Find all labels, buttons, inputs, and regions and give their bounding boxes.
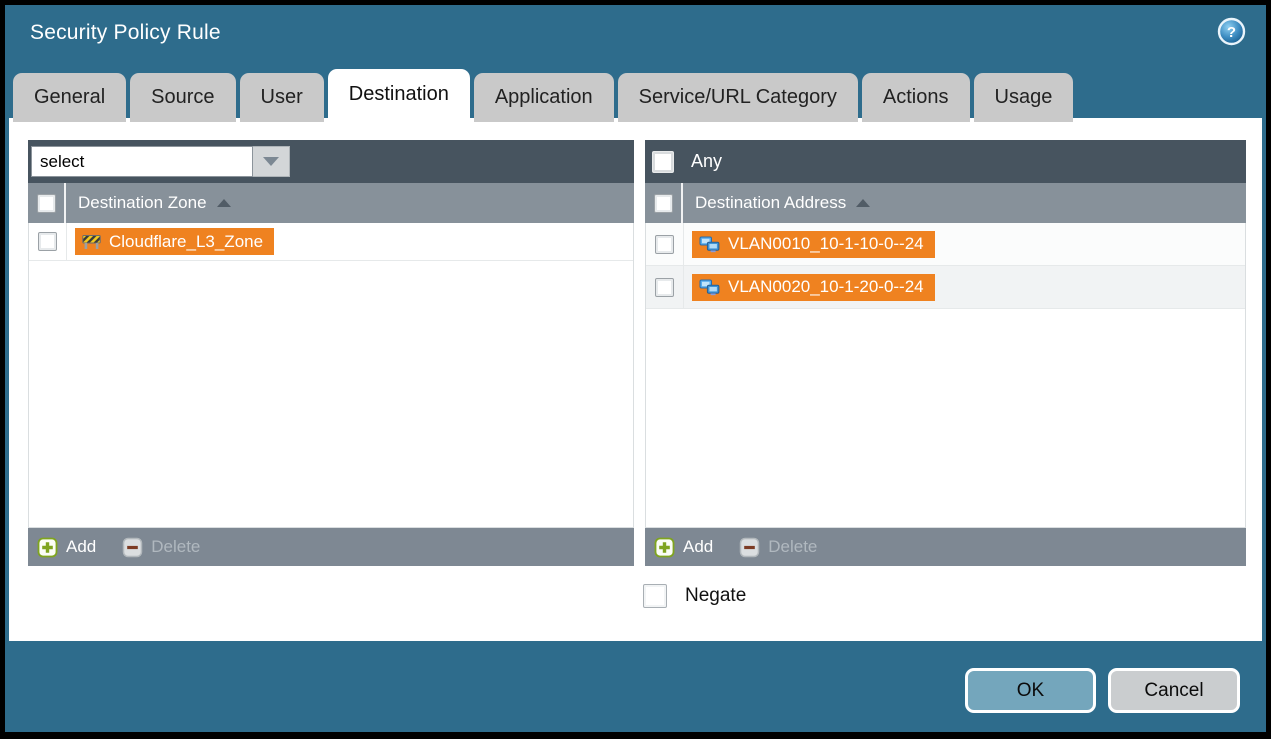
address-panel-footer: Add Delete [645, 528, 1246, 566]
tab-user[interactable]: User [240, 73, 324, 122]
address-icon [699, 236, 720, 253]
tab-destination[interactable]: Destination [328, 69, 470, 122]
plus-icon [37, 537, 58, 558]
tab-usage[interactable]: Usage [974, 73, 1074, 122]
address-add-button[interactable]: Add [654, 537, 713, 558]
destination-tab-content: Destination Zone [9, 118, 1262, 641]
address-row[interactable]: VLAN0020_10-1-20-0--24 [646, 266, 1245, 309]
zone-chip[interactable]: Cloudflare_L3_Zone [75, 228, 274, 255]
zone-panel-footer: Add Delete [28, 528, 634, 566]
any-label: Any [691, 151, 722, 172]
any-checkbox[interactable] [652, 151, 674, 173]
zone-column-header: Destination Zone [28, 183, 634, 223]
address-panel-toolbar: Any [645, 140, 1246, 183]
zone-select-all-checkbox[interactable] [37, 194, 56, 213]
address-column-header: Destination Address [645, 183, 1246, 223]
zone-column-title[interactable]: Destination Zone [66, 183, 231, 223]
svg-text:?: ? [1227, 24, 1236, 41]
zone-panel-toolbar [28, 140, 634, 183]
tab-general[interactable]: General [13, 73, 126, 122]
tab-service-url-category[interactable]: Service/URL Category [618, 73, 858, 122]
address-row-checkbox[interactable] [655, 278, 674, 297]
zone-icon [82, 233, 101, 250]
minus-icon [739, 537, 760, 558]
address-chip-label: VLAN0020_10-1-20-0--24 [728, 277, 924, 297]
address-chip[interactable]: VLAN0010_10-1-10-0--24 [692, 231, 935, 258]
dialog-title: Security Policy Rule [30, 21, 221, 45]
address-icon [699, 279, 720, 296]
ok-button[interactable]: OK [965, 668, 1096, 713]
zone-row[interactable]: Cloudflare_L3_Zone [29, 223, 633, 261]
destination-zone-panel: Destination Zone [28, 140, 634, 566]
address-row-checkbox[interactable] [655, 235, 674, 254]
cancel-button[interactable]: Cancel [1108, 668, 1240, 713]
zone-select-input[interactable] [31, 146, 253, 177]
zone-add-button[interactable]: Add [37, 537, 96, 558]
negate-checkbox[interactable] [643, 584, 667, 608]
address-select-all-checkbox[interactable] [654, 194, 673, 213]
zone-chip-label: Cloudflare_L3_Zone [109, 232, 263, 252]
address-chip-label: VLAN0010_10-1-10-0--24 [728, 234, 924, 254]
zone-delete-button[interactable]: Delete [122, 537, 200, 558]
address-row[interactable]: VLAN0010_10-1-10-0--24 [646, 223, 1245, 266]
zone-row-checkbox[interactable] [38, 232, 57, 251]
address-chip[interactable]: VLAN0020_10-1-20-0--24 [692, 274, 935, 301]
destination-address-panel: Any Destination Address [645, 140, 1246, 566]
plus-icon [654, 537, 675, 558]
tab-bar: General Source User Destination Applicat… [13, 69, 1073, 122]
address-column-title[interactable]: Destination Address [683, 183, 870, 223]
security-policy-rule-dialog: Security Policy Rule ? General Source Us… [5, 5, 1266, 732]
tab-source[interactable]: Source [130, 73, 235, 122]
help-icon[interactable]: ? [1217, 17, 1246, 46]
address-list: VLAN0010_10-1-10-0--24 [645, 223, 1246, 528]
minus-icon [122, 537, 143, 558]
tab-application[interactable]: Application [474, 73, 614, 122]
zone-list: Cloudflare_L3_Zone [28, 223, 634, 528]
negate-label: Negate [685, 585, 746, 607]
sort-ascending-icon [217, 199, 231, 207]
chevron-down-icon [263, 157, 279, 166]
sort-ascending-icon [856, 199, 870, 207]
tab-actions[interactable]: Actions [862, 73, 970, 122]
zone-select-dropdown-button[interactable] [253, 146, 290, 177]
address-delete-button[interactable]: Delete [739, 537, 817, 558]
negate-option: Negate [643, 584, 746, 608]
